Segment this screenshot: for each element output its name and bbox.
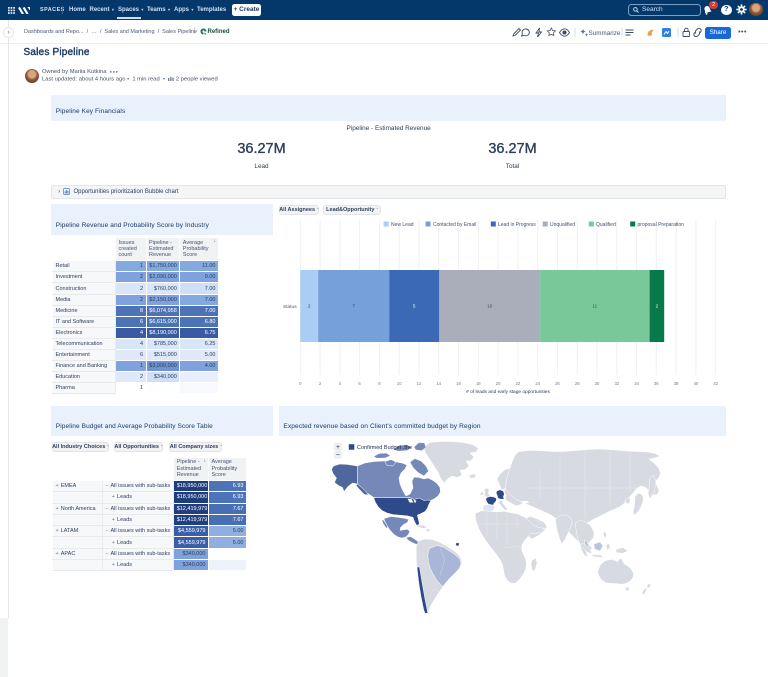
svg-text:Unqualified: Unqualified	[550, 222, 575, 228]
svg-text:40: 40	[694, 381, 699, 386]
svg-text:26: 26	[555, 381, 560, 386]
svg-text:Lead in Progress: Lead in Progress	[498, 222, 536, 228]
svg-text:6: 6	[358, 381, 361, 386]
svg-text:34: 34	[634, 381, 639, 386]
svg-text:8: 8	[378, 381, 381, 386]
svg-text:22: 22	[516, 381, 521, 386]
svg-text:Summarize: Summarize	[589, 30, 621, 37]
svg-text:2: 2	[319, 381, 322, 386]
svg-text:28: 28	[575, 381, 580, 386]
svg-text:11: 11	[592, 304, 597, 309]
svg-text:24: 24	[535, 381, 540, 386]
svg-text:42: 42	[713, 381, 718, 386]
svg-text:14: 14	[436, 381, 441, 386]
svg-text:# of leads and early stage opp: # of leads and early stage opportunities	[466, 389, 550, 395]
svg-text:36: 36	[654, 381, 659, 386]
svg-text:Status: Status	[283, 304, 297, 310]
svg-text:2: 2	[656, 304, 659, 309]
svg-text:5: 5	[413, 304, 416, 309]
svg-text:Qualified: Qualified	[596, 222, 616, 228]
svg-text:38: 38	[674, 381, 679, 386]
svg-text:16: 16	[456, 381, 461, 386]
svg-text:18: 18	[476, 381, 481, 386]
svg-text:4: 4	[339, 381, 342, 386]
svg-text:proposal Preparation: proposal Preparation	[638, 222, 685, 228]
svg-text:10: 10	[397, 381, 402, 386]
svg-text:32: 32	[614, 381, 619, 386]
svg-text:Contacted by Email: Contacted by Email	[433, 222, 476, 228]
svg-text:0: 0	[299, 381, 302, 386]
svg-text:10: 10	[487, 304, 493, 309]
svg-text:2: 2	[308, 304, 311, 309]
svg-text:New Lead: New Lead	[391, 222, 414, 228]
svg-text:12: 12	[417, 381, 422, 386]
svg-text:7: 7	[352, 304, 355, 309]
svg-text:20: 20	[496, 381, 501, 386]
svg-text:30: 30	[595, 381, 600, 386]
svg-text:Confirmed Budget ,the: Confirmed Budget ,the	[357, 445, 412, 451]
